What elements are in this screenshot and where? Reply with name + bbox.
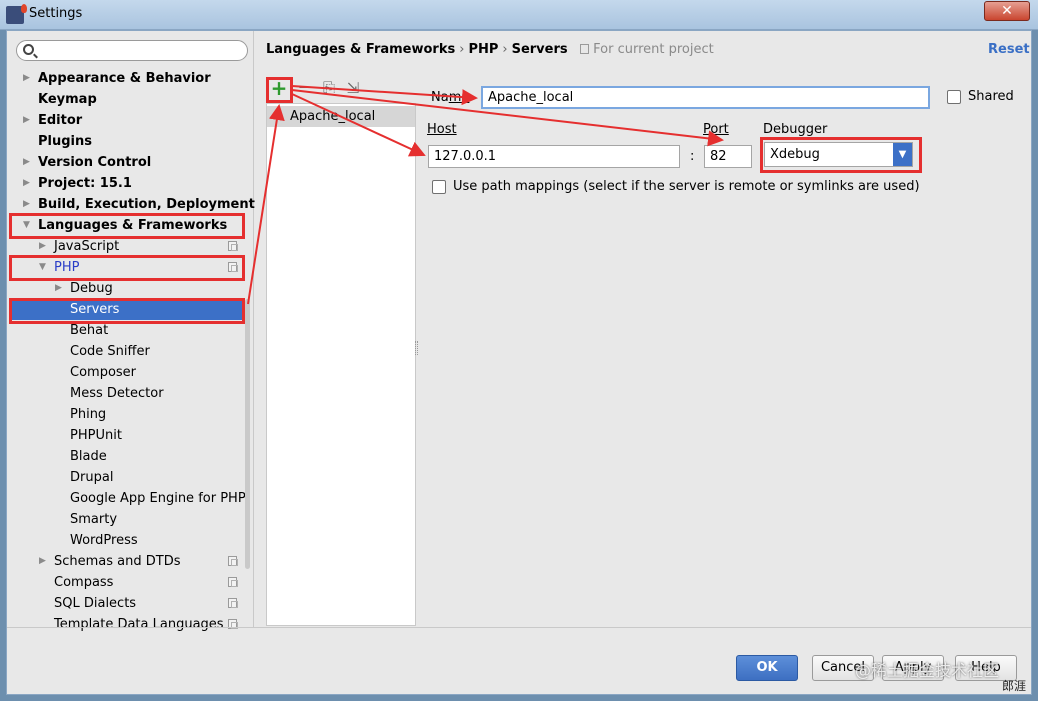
sidebar-item-composer[interactable]: Composer [9,362,245,383]
watermark-author: 郎涯 [1002,679,1027,693]
port-input[interactable]: 82 [704,145,752,168]
sidebar-item-schemas-dtds[interactable]: ▶ Schemas and DTDs [9,551,245,572]
expand-arrow-icon[interactable]: ▶ [23,110,33,131]
name-label: Name [431,90,469,105]
annotation-box-servers [9,298,245,324]
breadcrumb: Languages & Frameworks › PHP › Servers For c… [266,42,714,57]
use-path-mappings-label: Use path mappings (select if the server … [453,179,920,194]
sidebar-item-phpunit[interactable]: PHPUnit [9,425,245,446]
settings-dialog: ▶ Appearance & Behavior Keymap ▶ Editor Pl… [6,30,1032,695]
sidebar-item-plugins[interactable]: Plugins [9,131,245,152]
breadcrumb-languages-frameworks: Languages & Frameworks [266,42,456,57]
expand-arrow-icon[interactable]: ▶ [23,68,33,89]
expand-arrow-icon[interactable]: ▶ [23,152,33,173]
host-input[interactable]: 127.0.0.1 [428,145,680,168]
import-server-button[interactable]: ⇲ [342,77,364,99]
reset-link[interactable]: Reset [988,42,1030,57]
project-scope-icon [228,241,238,251]
annotation-box-debugger [760,137,922,173]
search-icon [23,44,34,55]
title-bar: Settings ✕ [0,0,1038,30]
project-scope-icon [228,556,238,566]
sidebar-item-editor[interactable]: ▶ Editor [9,110,245,131]
window-title: Settings [29,6,83,21]
expand-arrow-icon[interactable]: ▶ [39,551,49,572]
expand-arrow-icon[interactable]: ▶ [55,278,65,299]
sidebar-item-sql-dialects[interactable]: SQL Dialects [9,593,245,614]
port-label: Port [703,122,729,137]
sidebar-scrollbar[interactable] [245,299,250,569]
window-close-button[interactable]: ✕ [984,1,1030,21]
sidebar-item-wordpress[interactable]: WordPress [9,530,245,551]
expand-arrow-icon[interactable]: ▶ [23,194,33,215]
name-label-text-2: me [448,90,470,105]
remove-server-button[interactable]: − [294,77,316,99]
project-scope-icon [580,44,590,54]
sidebar-item-mess-detector[interactable]: Mess Detector [9,383,245,404]
watermark: @稀土掘金技术社区 [855,661,1000,680]
sidebar-item-javascript[interactable]: ▶ JavaScript [9,236,245,257]
sidebar-item-blade[interactable]: Blade [9,446,245,467]
sidebar-item-smarty[interactable]: Smarty [9,509,245,530]
shared-label: Shared [968,89,1014,104]
annotation-box-add [266,77,293,103]
sidebar-item-build-execution-deployment[interactable]: ▶ Build, Execution, Deployment [9,194,255,215]
sidebar-item-project[interactable]: ▶ Project: 15.1 [9,173,245,194]
annotation-box-languages [9,213,245,239]
sidebar-item-debug[interactable]: ▶ Debug [9,278,245,299]
breadcrumb-separator: › [502,42,508,57]
copy-server-button[interactable]: ⎘ [318,77,340,99]
sidebar-item-phing[interactable]: Phing [9,404,245,425]
host-port-separator: : [690,149,695,164]
scope-label: For current project [580,42,714,57]
sidebar-item-google-app-engine[interactable]: Google App Engine for PHP [9,488,246,509]
sidebar-item-keymap[interactable]: Keymap [9,89,245,110]
name-label-text-1: Na [431,90,449,105]
project-scope-icon [228,598,238,608]
server-list: Apache_local [266,103,416,626]
server-name-input[interactable]: Apache_local [481,86,930,109]
shared-checkbox[interactable] [947,90,961,104]
host-label: Host [427,122,457,137]
sidebar-item-compass[interactable]: Compass [9,572,245,593]
ok-button[interactable]: OK [736,655,798,681]
panel-splitter[interactable] [415,341,418,355]
sidebar-item-code-sniffer[interactable]: Code Sniffer [9,341,245,362]
sidebar-item-template-data-languages[interactable]: Template Data Languages [9,614,245,635]
use-path-mappings-checkbox[interactable] [432,180,446,194]
phpstorm-app-icon [6,4,27,24]
sidebar-item-version-control[interactable]: ▶ Version Control [9,152,245,173]
scope-text: For current project [593,42,714,57]
server-list-item[interactable]: Apache_local [267,106,415,127]
breadcrumb-php: PHP [468,42,499,57]
settings-search-input[interactable] [16,40,248,61]
sidebar-item-appearance-behavior[interactable]: ▶ Appearance & Behavior [9,68,245,89]
settings-sidebar: ▶ Appearance & Behavior Keymap ▶ Editor Pl… [7,31,255,632]
sidebar-item-drupal[interactable]: Drupal [9,467,245,488]
breadcrumb-servers: Servers [511,42,568,57]
annotation-box-php [9,255,245,281]
expand-arrow-icon[interactable]: ▶ [23,173,33,194]
footer-divider [7,627,1031,628]
expand-arrow-icon[interactable]: ▶ [39,236,49,257]
debugger-label: Debugger [763,122,828,137]
breadcrumb-separator: › [459,42,465,57]
project-scope-icon [228,577,238,587]
